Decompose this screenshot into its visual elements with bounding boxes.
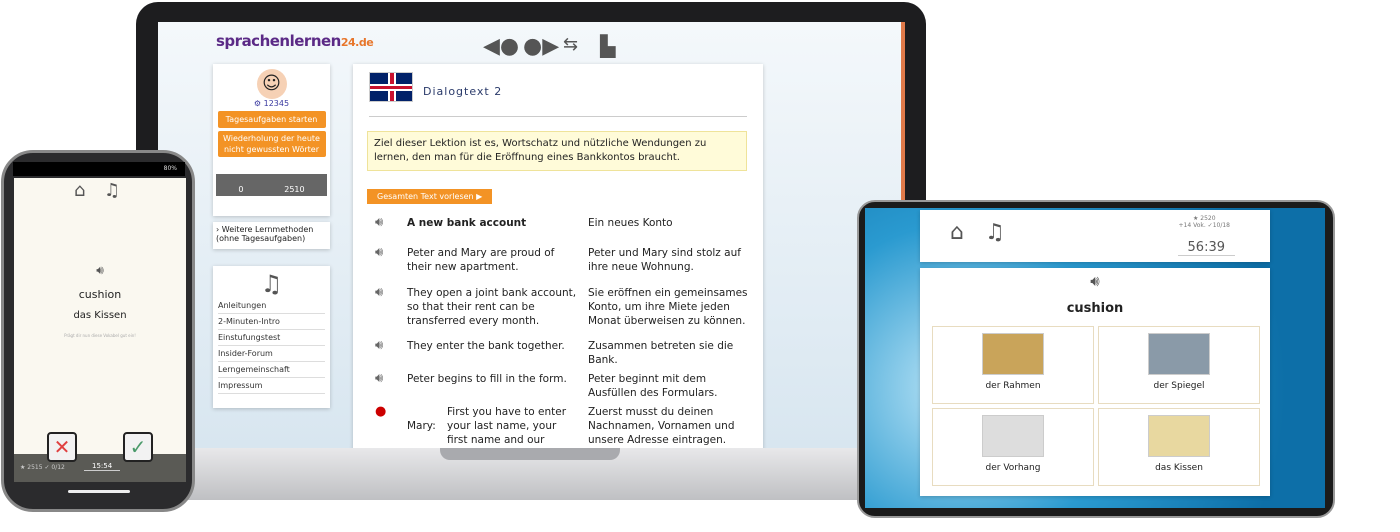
speaker-icon[interactable]: 🔊︎	[375, 246, 383, 260]
points: ⚙ 12345	[253, 99, 290, 108]
more-methods-link[interactable]: › Weitere Lernmethoden (ohne Tagesaufgab…	[213, 222, 330, 249]
answer-option[interactable]: das Kissen	[1098, 408, 1260, 486]
answer-option[interactable]: der Vorhang	[932, 408, 1094, 486]
quiz-word: cushion	[1066, 301, 1124, 316]
german-text: Zusammen betreten sie die Bank.	[588, 340, 734, 366]
avatar: ☺	[256, 69, 287, 99]
speaker-icon[interactable]: 🔊︎	[375, 339, 383, 353]
print-icon[interactable]: ▙	[600, 34, 615, 58]
english-text: Peter begins to fill in the form.	[407, 373, 567, 385]
menu-item[interactable]: Lerngemeinschaft	[218, 362, 325, 378]
english-text: Peter and Mary are proud of their new ap…	[407, 247, 555, 273]
menu-item[interactable]: Impressum	[218, 378, 325, 394]
progress-bar: 0 2510	[216, 183, 327, 196]
german-text: Ein neues Konto	[588, 217, 673, 229]
answer-option[interactable]: der Spiegel	[1098, 326, 1260, 404]
german-text: Peter und Mary sind stolz auf ihre neue …	[588, 247, 741, 273]
option-label: das Kissen	[1155, 463, 1203, 473]
speaker-icon[interactable]: 🔊︎	[375, 286, 383, 300]
logo[interactable]: sprachenlernen24.de	[216, 32, 374, 50]
page-title: Dialogtext 2	[423, 85, 503, 98]
option-image	[1148, 415, 1210, 457]
timer: 56:39	[1177, 240, 1235, 256]
phone-footer: ★ 2515 ✓ 0/12 15:54	[14, 454, 186, 482]
option-label: der Rahmen	[985, 381, 1041, 391]
divider	[369, 116, 747, 117]
hint: Prägt dir nun diese Vokabel gut ein!	[64, 333, 136, 338]
german-text: Peter beginnt mit dem Ausfüllen des Form…	[588, 373, 718, 399]
home-icon[interactable]: ⌂	[950, 220, 964, 245]
speaker-icon[interactable]: 🔊︎	[375, 372, 383, 386]
skyline-image	[216, 161, 327, 183]
speaker-icon[interactable]: 🔊︎	[14, 263, 186, 278]
tablet-header: ⌂ ♫ ★ 2520 +14 Vok. ✓10/18 56:39	[920, 210, 1270, 262]
quiz-card: 🔊︎ cushion der Rahmen der Spiegel der Vorh…	[920, 268, 1270, 496]
speaker-icon[interactable]: 🔊︎	[375, 216, 383, 230]
option-image	[982, 415, 1044, 457]
word: cushion	[78, 288, 122, 301]
laptop-screen: sprachenlernen24.de ◀● ●▶ ⇆ ▙ ☺ ⚙ 12345 …	[158, 22, 905, 448]
menu-item[interactable]: Anleitungen	[218, 298, 325, 314]
music-icon[interactable]: ♫	[985, 220, 1005, 245]
correct-button[interactable]: ✓	[123, 432, 153, 462]
music-off-icon[interactable]: ♫	[213, 270, 330, 298]
menu-item[interactable]: 2-Minuten-Intro	[218, 314, 325, 330]
english-text: A new bank account	[407, 217, 527, 229]
german-text: Sie eröffnen ein gemeinsames Konto, um i…	[588, 287, 748, 327]
phone-screen: ⌂ ♫ 🔊︎ cushion das Kissen Prägt dir nun …	[14, 178, 186, 482]
home-icon[interactable]: ⌂	[74, 180, 85, 201]
back-icon[interactable]: ◀●	[483, 34, 519, 59]
music-icon[interactable]: ♫	[104, 180, 120, 201]
phone-status-bar: 80%	[13, 162, 185, 176]
answer-option[interactable]: der Rahmen	[932, 326, 1094, 404]
option-image	[982, 333, 1044, 375]
english-text: They open a joint bank account, so that …	[407, 287, 577, 327]
lesson-goal: Ziel dieser Lektion ist es, Wortschatz u…	[367, 131, 747, 171]
swap-icon[interactable]: ⇆	[563, 34, 578, 55]
uk-flag-icon	[369, 72, 413, 102]
tablet-screen: ⌂ ♫ ★ 2520 +14 Vok. ✓10/18 56:39 🔊︎ cushi…	[865, 208, 1325, 508]
option-label: der Spiegel	[1153, 381, 1205, 391]
wrong-button[interactable]: ✕	[47, 432, 77, 462]
menu-item[interactable]: Insider-Forum	[218, 346, 325, 362]
profile-card: ☺ ⚙ 12345 Tagesaufgaben starten Wiederho…	[213, 64, 330, 216]
forward-icon[interactable]: ●▶	[523, 34, 559, 59]
home-indicator	[68, 490, 130, 493]
german-text: Zuerst musst du deinen Nachnamen, Vornam…	[588, 406, 735, 446]
translation: das Kissen	[73, 310, 127, 321]
daily-tasks-button[interactable]: Tagesaufgaben starten	[217, 111, 326, 128]
laptop-notch	[440, 448, 620, 460]
english-text: First you have to enter your last name, …	[447, 406, 567, 446]
speaker-icon[interactable]: 🔊︎	[920, 272, 1270, 290]
review-button[interactable]: Wiederholung der heute nicht gewussten W…	[217, 131, 326, 157]
english-text: They enter the bank together.	[407, 340, 565, 352]
read-all-button[interactable]: Gesamten Text vorlesen ▶	[367, 189, 493, 204]
menu-item[interactable]: Einstufungstest	[218, 330, 325, 346]
speaker-avatar-icon[interactable]: ●	[375, 405, 386, 419]
dialog-card: Dialogtext 2 Ziel dieser Lektion ist es,…	[353, 64, 763, 448]
option-label: der Vorhang	[985, 463, 1041, 473]
option-image	[1148, 333, 1210, 375]
menu-card: ♫ Anleitungen 2-Minuten-Intro Einstufungst…	[213, 266, 330, 408]
